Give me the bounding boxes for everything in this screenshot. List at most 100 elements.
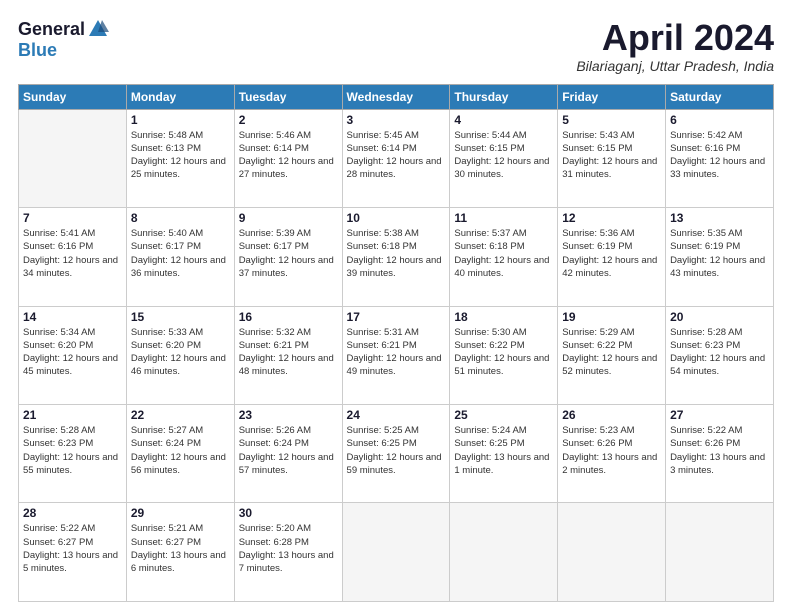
table-row: 6 Sunrise: 5:42 AMSunset: 6:16 PMDaylight… xyxy=(666,109,774,207)
weekday-header-row: Sunday Monday Tuesday Wednesday Thursday… xyxy=(19,84,774,109)
day-number: 16 xyxy=(239,310,338,324)
calendar-week-row: 1 Sunrise: 5:48 AMSunset: 6:13 PMDaylight… xyxy=(19,109,774,207)
day-number: 25 xyxy=(454,408,553,422)
day-info: Sunrise: 5:32 AMSunset: 6:21 PMDaylight:… xyxy=(239,326,338,379)
day-number: 12 xyxy=(562,211,661,225)
day-number: 23 xyxy=(239,408,338,422)
table-row: 5 Sunrise: 5:43 AMSunset: 6:15 PMDaylight… xyxy=(558,109,666,207)
day-number: 24 xyxy=(347,408,446,422)
table-row: 15 Sunrise: 5:33 AMSunset: 6:20 PMDayligh… xyxy=(126,306,234,404)
day-info: Sunrise: 5:41 AMSunset: 6:16 PMDaylight:… xyxy=(23,227,122,280)
day-number: 13 xyxy=(670,211,769,225)
day-info: Sunrise: 5:44 AMSunset: 6:15 PMDaylight:… xyxy=(454,129,553,182)
header-sunday: Sunday xyxy=(19,84,127,109)
page: General Blue April 2024 Bilariaganj, Utt… xyxy=(0,0,792,612)
table-row: 8Sunrise: 5:40 AMSunset: 6:17 PMDaylight… xyxy=(126,208,234,306)
day-info: Sunrise: 5:37 AMSunset: 6:18 PMDaylight:… xyxy=(454,227,553,280)
table-row: 9 Sunrise: 5:39 AMSunset: 6:17 PMDaylight… xyxy=(234,208,342,306)
month-title: April 2024 xyxy=(576,18,774,58)
logo-icon xyxy=(87,18,109,40)
day-info: Sunrise: 5:43 AMSunset: 6:15 PMDaylight:… xyxy=(562,129,661,182)
logo-blue-text: Blue xyxy=(18,40,57,61)
table-row: 2Sunrise: 5:46 AMSunset: 6:14 PMDaylight… xyxy=(234,109,342,207)
table-row: 24 Sunrise: 5:25 AMSunset: 6:25 PMDayligh… xyxy=(342,405,450,503)
day-info: Sunrise: 5:28 AMSunset: 6:23 PMDaylight:… xyxy=(23,424,122,477)
table-row xyxy=(19,109,127,207)
table-row: 11 Sunrise: 5:37 AMSunset: 6:18 PMDayligh… xyxy=(450,208,558,306)
day-info: Sunrise: 5:22 AMSunset: 6:27 PMDaylight:… xyxy=(23,522,122,575)
day-number: 6 xyxy=(670,113,769,127)
header-wednesday: Wednesday xyxy=(342,84,450,109)
day-number: 15 xyxy=(131,310,230,324)
day-info: Sunrise: 5:27 AMSunset: 6:24 PMDaylight:… xyxy=(131,424,230,477)
table-row: 21 Sunrise: 5:28 AMSunset: 6:23 PMDayligh… xyxy=(19,405,127,503)
day-number: 17 xyxy=(347,310,446,324)
table-row: 16 Sunrise: 5:32 AMSunset: 6:21 PMDayligh… xyxy=(234,306,342,404)
table-row: 22Sunrise: 5:27 AMSunset: 6:24 PMDayligh… xyxy=(126,405,234,503)
table-row: 3Sunrise: 5:45 AMSunset: 6:14 PMDaylight… xyxy=(342,109,450,207)
day-info: Sunrise: 5:29 AMSunset: 6:22 PMDaylight:… xyxy=(562,326,661,379)
day-info: Sunrise: 5:40 AMSunset: 6:17 PMDaylight:… xyxy=(131,227,230,280)
day-info: Sunrise: 5:22 AMSunset: 6:26 PMDaylight:… xyxy=(670,424,769,477)
calendar-week-row: 14Sunrise: 5:34 AMSunset: 6:20 PMDayligh… xyxy=(19,306,774,404)
logo-general-text: General xyxy=(18,19,85,40)
day-info: Sunrise: 5:33 AMSunset: 6:20 PMDaylight:… xyxy=(131,326,230,379)
day-number: 19 xyxy=(562,310,661,324)
day-info: Sunrise: 5:20 AMSunset: 6:28 PMDaylight:… xyxy=(239,522,338,575)
table-row: 20 Sunrise: 5:28 AMSunset: 6:23 PMDayligh… xyxy=(666,306,774,404)
table-row: 13 Sunrise: 5:35 AMSunset: 6:19 PMDayligh… xyxy=(666,208,774,306)
table-row: 28Sunrise: 5:22 AMSunset: 6:27 PMDayligh… xyxy=(19,503,127,602)
table-row: 29Sunrise: 5:21 AMSunset: 6:27 PMDayligh… xyxy=(126,503,234,602)
day-info: Sunrise: 5:39 AMSunset: 6:17 PMDaylight:… xyxy=(239,227,338,280)
day-number: 9 xyxy=(239,211,338,225)
day-number: 29 xyxy=(131,506,230,520)
day-number: 10 xyxy=(347,211,446,225)
header-monday: Monday xyxy=(126,84,234,109)
day-info: Sunrise: 5:48 AMSunset: 6:13 PMDaylight:… xyxy=(131,129,230,182)
day-info: Sunrise: 5:45 AMSunset: 6:14 PMDaylight:… xyxy=(347,129,446,182)
table-row xyxy=(558,503,666,602)
day-info: Sunrise: 5:30 AMSunset: 6:22 PMDaylight:… xyxy=(454,326,553,379)
calendar-week-row: 21 Sunrise: 5:28 AMSunset: 6:23 PMDayligh… xyxy=(19,405,774,503)
day-number: 30 xyxy=(239,506,338,520)
calendar-table: Sunday Monday Tuesday Wednesday Thursday… xyxy=(18,84,774,602)
title-block: April 2024 Bilariaganj, Uttar Pradesh, I… xyxy=(576,18,774,74)
day-number: 20 xyxy=(670,310,769,324)
header: General Blue April 2024 Bilariaganj, Utt… xyxy=(18,18,774,74)
day-number: 7 xyxy=(23,211,122,225)
table-row: 17Sunrise: 5:31 AMSunset: 6:21 PMDayligh… xyxy=(342,306,450,404)
day-number: 11 xyxy=(454,211,553,225)
day-info: Sunrise: 5:36 AMSunset: 6:19 PMDaylight:… xyxy=(562,227,661,280)
day-number: 26 xyxy=(562,408,661,422)
day-info: Sunrise: 5:23 AMSunset: 6:26 PMDaylight:… xyxy=(562,424,661,477)
table-row: 18 Sunrise: 5:30 AMSunset: 6:22 PMDayligh… xyxy=(450,306,558,404)
calendar-week-row: 28Sunrise: 5:22 AMSunset: 6:27 PMDayligh… xyxy=(19,503,774,602)
location: Bilariaganj, Uttar Pradesh, India xyxy=(576,58,774,74)
header-friday: Friday xyxy=(558,84,666,109)
calendar-week-row: 7 Sunrise: 5:41 AMSunset: 6:16 PMDaylight… xyxy=(19,208,774,306)
day-info: Sunrise: 5:25 AMSunset: 6:25 PMDaylight:… xyxy=(347,424,446,477)
table-row xyxy=(450,503,558,602)
header-saturday: Saturday xyxy=(666,84,774,109)
day-info: Sunrise: 5:24 AMSunset: 6:25 PMDaylight:… xyxy=(454,424,553,477)
day-info: Sunrise: 5:28 AMSunset: 6:23 PMDaylight:… xyxy=(670,326,769,379)
header-thursday: Thursday xyxy=(450,84,558,109)
table-row xyxy=(666,503,774,602)
day-info: Sunrise: 5:35 AMSunset: 6:19 PMDaylight:… xyxy=(670,227,769,280)
day-number: 27 xyxy=(670,408,769,422)
table-row: 12 Sunrise: 5:36 AMSunset: 6:19 PMDayligh… xyxy=(558,208,666,306)
table-row xyxy=(342,503,450,602)
day-number: 18 xyxy=(454,310,553,324)
table-row: 19 Sunrise: 5:29 AMSunset: 6:22 PMDayligh… xyxy=(558,306,666,404)
day-number: 5 xyxy=(562,113,661,127)
header-tuesday: Tuesday xyxy=(234,84,342,109)
day-info: Sunrise: 5:42 AMSunset: 6:16 PMDaylight:… xyxy=(670,129,769,182)
day-number: 1 xyxy=(131,113,230,127)
day-info: Sunrise: 5:34 AMSunset: 6:20 PMDaylight:… xyxy=(23,326,122,379)
day-info: Sunrise: 5:26 AMSunset: 6:24 PMDaylight:… xyxy=(239,424,338,477)
table-row: 26 Sunrise: 5:23 AMSunset: 6:26 PMDayligh… xyxy=(558,405,666,503)
table-row: 1 Sunrise: 5:48 AMSunset: 6:13 PMDaylight… xyxy=(126,109,234,207)
day-number: 21 xyxy=(23,408,122,422)
table-row: 7 Sunrise: 5:41 AMSunset: 6:16 PMDaylight… xyxy=(19,208,127,306)
table-row: 25 Sunrise: 5:24 AMSunset: 6:25 PMDayligh… xyxy=(450,405,558,503)
